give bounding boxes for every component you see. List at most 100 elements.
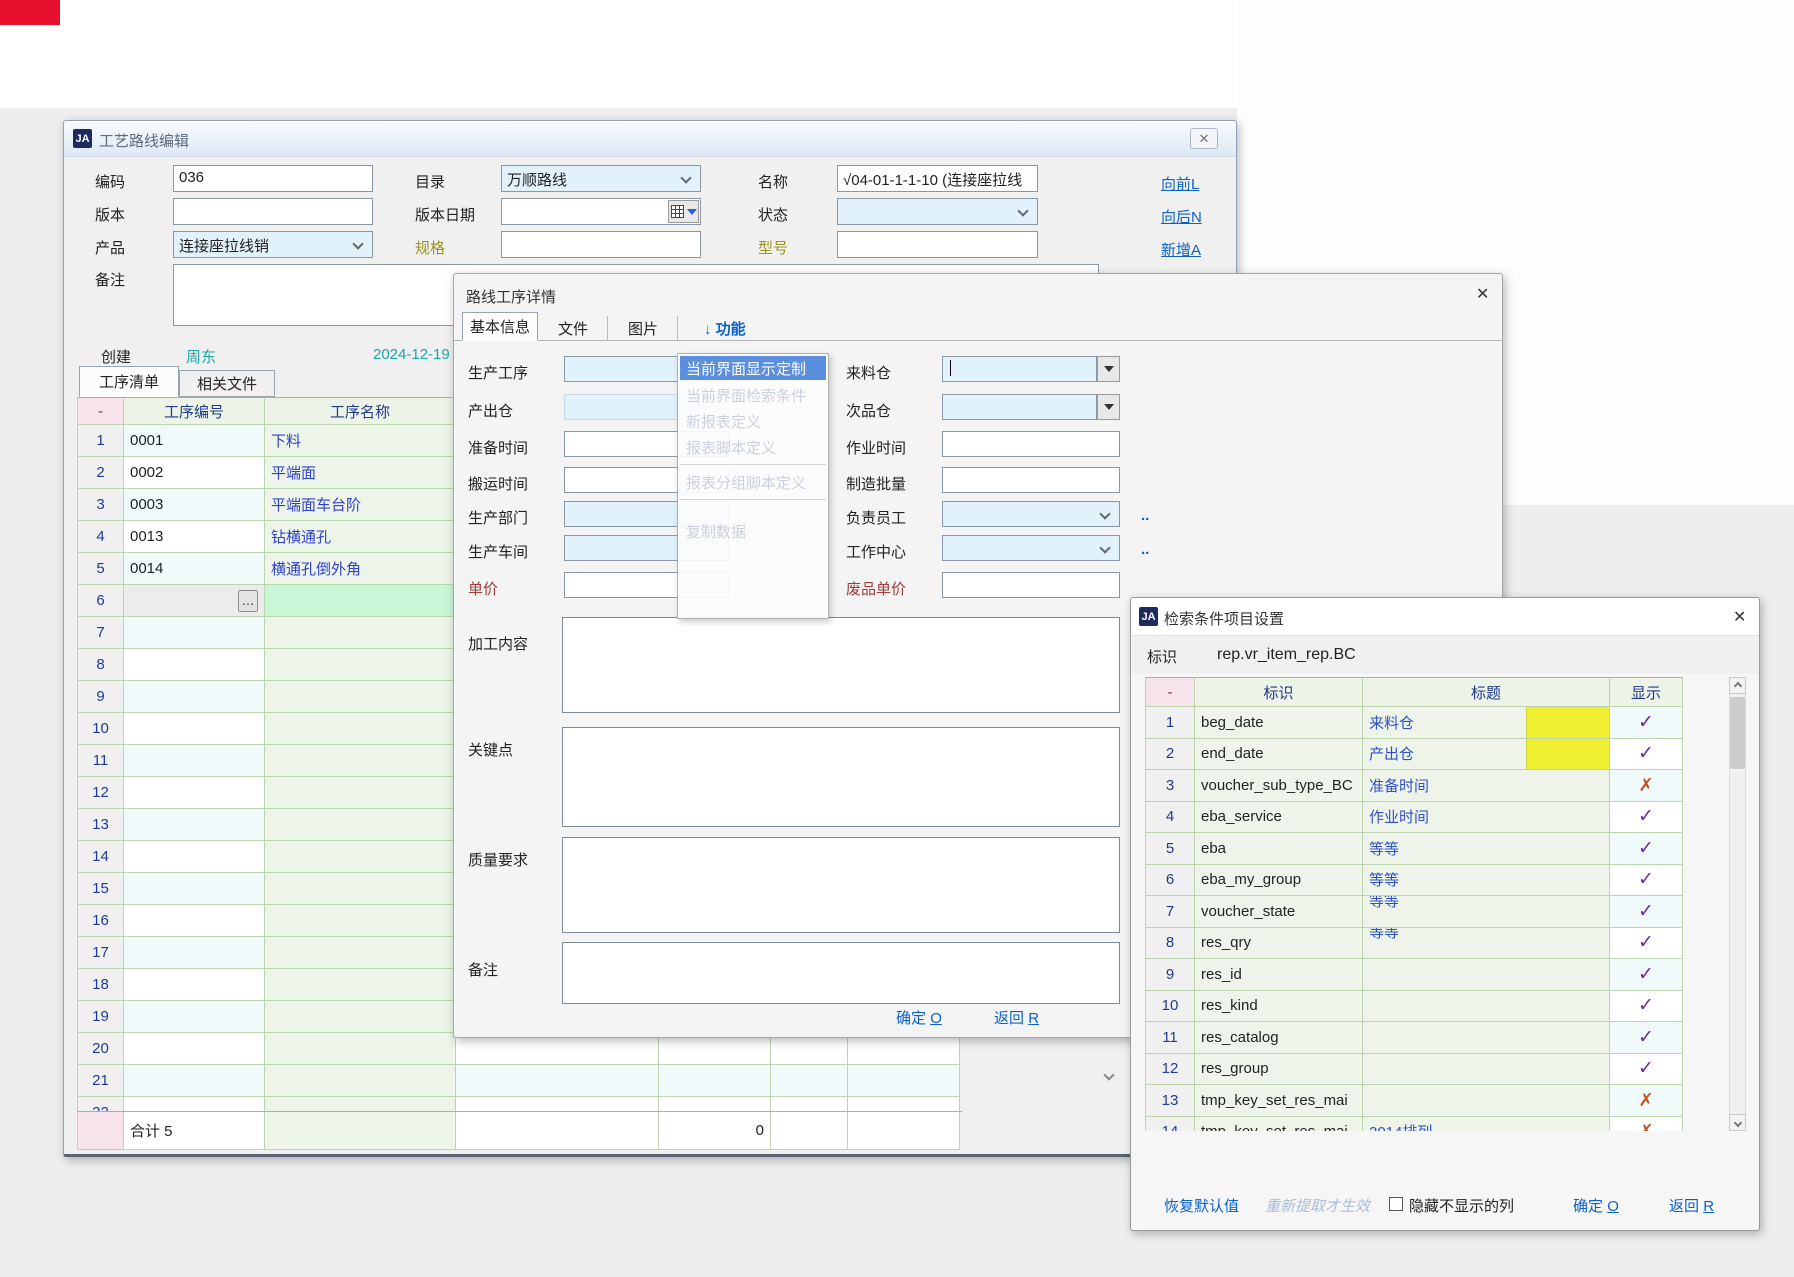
settings-row[interactable]: 14tmp_key_set_res_mai2014排列✗ xyxy=(1145,1117,1685,1132)
work-time-input[interactable] xyxy=(942,431,1120,457)
cell-show-flag[interactable]: ✓ xyxy=(1610,707,1683,739)
cell-title[interactable] xyxy=(1363,1054,1610,1086)
menu-item-faded[interactable]: 新报表定义 xyxy=(678,408,828,434)
settings-grid-header[interactable]: - 标识 标题 显示 xyxy=(1145,677,1685,707)
settings-row[interactable]: 4eba_service作业时间✓ xyxy=(1145,802,1685,834)
cell-show-flag[interactable]: ✓ xyxy=(1610,991,1683,1023)
settings-row[interactable]: 6eba_my_group等等✓ xyxy=(1145,865,1685,897)
cell-show-flag[interactable]: ✓ xyxy=(1610,1054,1683,1086)
cell-op-name[interactable] xyxy=(265,585,456,617)
cell-identifier[interactable]: res_kind xyxy=(1195,991,1363,1023)
settings-close-button[interactable]: ✕ xyxy=(1733,607,1746,627)
cell-title[interactable]: 等等 xyxy=(1363,833,1610,865)
nav-next-link[interactable]: 向后N xyxy=(1161,206,1202,227)
model-input[interactable] xyxy=(837,231,1038,258)
settings-titlebar[interactable]: JA 检索条件项目设置 ✕ xyxy=(1131,598,1759,636)
table-row[interactable]: 21 xyxy=(77,1065,962,1097)
spec-input[interactable] xyxy=(501,231,701,258)
detail-ok-button[interactable]: 确定 O xyxy=(896,1007,942,1028)
cell-identifier[interactable]: eba_service xyxy=(1195,802,1363,834)
cell-title[interactable]: 等等 xyxy=(1363,896,1610,928)
catalog-combobox[interactable]: 万顺路线 xyxy=(501,165,701,192)
cell-op-code[interactable] xyxy=(124,809,265,841)
cell-op-name[interactable]: 平端面 xyxy=(265,457,456,489)
cell-show-flag[interactable]: ✓ xyxy=(1610,802,1683,834)
cell-op-code[interactable]: 0013 xyxy=(124,521,265,553)
settings-row[interactable]: 13tmp_key_set_res_mai✗ xyxy=(1145,1085,1685,1117)
defect-warehouse-field[interactable] xyxy=(942,394,1097,420)
cell-title[interactable]: 来料仓 xyxy=(1363,707,1610,739)
yellow-highlight-cell[interactable] xyxy=(1526,739,1609,770)
work-center-combobox[interactable] xyxy=(942,535,1120,561)
cell-op-name[interactable] xyxy=(265,713,456,745)
main-titlebar[interactable]: JA 工艺路线编辑 ✕ xyxy=(64,121,1236,157)
cell-op-code[interactable] xyxy=(124,1001,265,1033)
cell-show-flag[interactable]: ✓ xyxy=(1610,1022,1683,1054)
cell-op-name[interactable]: 横通孔倒外角 xyxy=(265,553,456,585)
function-menu-button[interactable]: ↓ 功能 xyxy=(704,318,746,339)
scroll-up-button[interactable] xyxy=(1729,677,1746,694)
cell-show-flag[interactable]: ✗ xyxy=(1610,770,1683,802)
status-combobox[interactable] xyxy=(837,198,1038,225)
settings-back-button[interactable]: 返回 R xyxy=(1669,1195,1714,1216)
tab-files[interactable]: 文件 xyxy=(542,316,604,341)
cell-title[interactable]: 作业时间 xyxy=(1363,802,1610,834)
cell-title[interactable]: 等等 xyxy=(1363,865,1610,897)
cell-title[interactable] xyxy=(1363,1022,1610,1054)
cell-show-flag[interactable]: ✓ xyxy=(1610,959,1683,991)
cell-show-flag[interactable]: ✓ xyxy=(1610,739,1683,771)
cell-op-code[interactable] xyxy=(124,745,265,777)
cell-extra[interactable] xyxy=(659,1097,771,1111)
cell-identifier[interactable]: tmp_key_set_res_mai xyxy=(1195,1117,1363,1132)
cell-op-name[interactable] xyxy=(265,777,456,809)
calendar-picker-button[interactable] xyxy=(668,200,699,223)
cell-show-flag[interactable]: ✓ xyxy=(1610,928,1683,960)
cell-op-name[interactable]: 平端面车台阶 xyxy=(265,489,456,521)
cell-identifier[interactable]: res_id xyxy=(1195,959,1363,991)
responsible-more-link[interactable]: .. xyxy=(1141,507,1149,524)
cell-op-code[interactable] xyxy=(124,1097,265,1111)
cell-identifier[interactable]: tmp_key_set_res_mai xyxy=(1195,1085,1363,1117)
settings-row[interactable]: 8res_qry等等✓ xyxy=(1145,928,1685,960)
cell-identifier[interactable]: beg_date xyxy=(1195,707,1363,739)
cell-op-code[interactable] xyxy=(124,905,265,937)
key-points-textarea[interactable] xyxy=(562,727,1120,827)
detail-back-button[interactable]: 返回 R xyxy=(994,1007,1039,1028)
product-combobox[interactable]: 连接座拉线销 xyxy=(173,231,373,258)
menu-item-faded[interactable]: 报表脚本定义 xyxy=(678,434,828,460)
cell-extra[interactable] xyxy=(771,1097,848,1111)
settings-row[interactable]: 11res_catalog✓ xyxy=(1145,1022,1685,1054)
cell-op-code[interactable]: 0001 xyxy=(124,425,265,457)
code-input[interactable]: 036 xyxy=(173,165,373,192)
quality-req-textarea[interactable] xyxy=(562,837,1120,933)
version-input[interactable] xyxy=(173,198,373,225)
settings-row[interactable]: 2end_date产出仓✓ xyxy=(1145,739,1685,771)
cell-show-flag[interactable]: ✓ xyxy=(1610,833,1683,865)
scroll-down-button[interactable] xyxy=(1729,1114,1746,1131)
cell-op-name[interactable]: 钻横通孔 xyxy=(265,521,456,553)
nav-add-link[interactable]: 新增A xyxy=(1161,239,1201,260)
cell-identifier[interactable]: voucher_sub_type_BC xyxy=(1195,770,1363,802)
work-center-more-link[interactable]: .. xyxy=(1141,541,1149,558)
detail-close-button[interactable]: ✕ xyxy=(1476,284,1489,304)
cell-title[interactable] xyxy=(1363,1085,1610,1117)
cell-title[interactable] xyxy=(1363,991,1610,1023)
tab-basic-info[interactable]: 基本信息 xyxy=(462,312,538,341)
cell-op-code[interactable]: … xyxy=(124,585,265,617)
nav-prev-link[interactable]: 向前L xyxy=(1161,173,1199,194)
settings-row[interactable]: 5eba等等✓ xyxy=(1145,833,1685,865)
cell-op-name[interactable] xyxy=(265,1001,456,1033)
incoming-warehouse-field[interactable] xyxy=(942,356,1097,382)
cell-op-code[interactable] xyxy=(124,777,265,809)
responsible-combobox[interactable] xyxy=(942,501,1120,527)
tab-pictures[interactable]: 图片 xyxy=(612,316,674,341)
cell-title[interactable]: 2014排列 xyxy=(1363,1117,1610,1132)
settings-row[interactable]: 1beg_date来料仓✓ xyxy=(1145,707,1685,739)
processing-content-textarea[interactable] xyxy=(562,617,1120,713)
settings-row[interactable]: 3voucher_sub_type_BC准备时间✗ xyxy=(1145,770,1685,802)
cell-identifier[interactable]: eba xyxy=(1195,833,1363,865)
restore-defaults-link[interactable]: 恢复默认值 xyxy=(1164,1195,1239,1216)
main-close-button[interactable]: ✕ xyxy=(1190,128,1218,149)
cell-op-name[interactable] xyxy=(265,745,456,777)
incoming-warehouse-drop-button[interactable] xyxy=(1097,356,1120,382)
